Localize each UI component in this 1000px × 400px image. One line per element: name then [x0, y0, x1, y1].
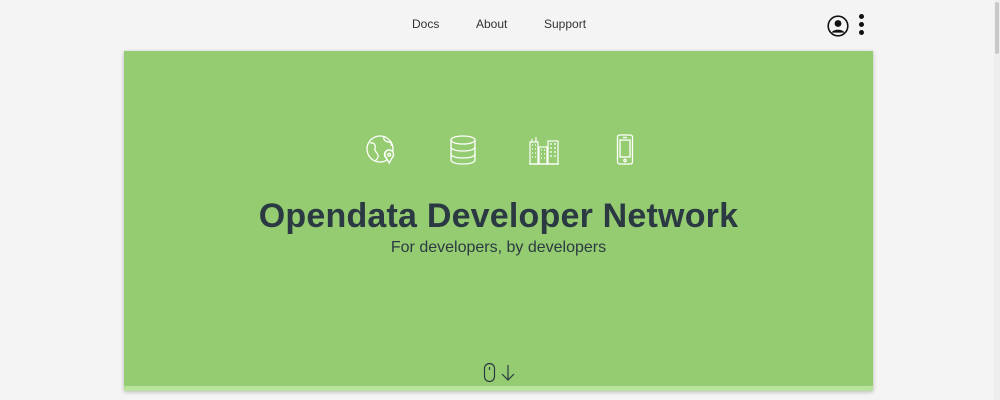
arrow-down-icon [501, 365, 515, 381]
scroll-down-button[interactable] [482, 362, 518, 384]
smartphone-icon [608, 133, 642, 167]
more-options-button[interactable] [855, 14, 867, 38]
hero-subtitle: For developers, by developers [390, 239, 607, 256]
nav-link-docs[interactable]: Docs [412, 17, 439, 31]
database-icon [446, 133, 480, 167]
hero-bottom-accent-bar [124, 386, 873, 391]
hero-icon-row [124, 133, 873, 167]
nav-link-support[interactable]: Support [544, 17, 586, 31]
user-circle-icon [827, 15, 849, 37]
mouse-icon [483, 362, 496, 383]
top-navigation: Docs About Support [0, 0, 1000, 50]
hero-banner: Opendata Developer Network For developer… [124, 51, 873, 391]
nav-link-about[interactable]: About [476, 17, 507, 31]
hero-title: Opendata Developer Network [258, 197, 739, 235]
globe-location-icon [365, 133, 399, 167]
user-account-button[interactable] [827, 15, 849, 37]
scrollbar-thumb[interactable] [995, 2, 999, 54]
city-buildings-icon [527, 133, 561, 167]
page-scrollbar[interactable] [994, 0, 1000, 400]
nav-links: Docs About Support [0, 17, 1000, 33]
more-vertical-icon [855, 14, 867, 35]
